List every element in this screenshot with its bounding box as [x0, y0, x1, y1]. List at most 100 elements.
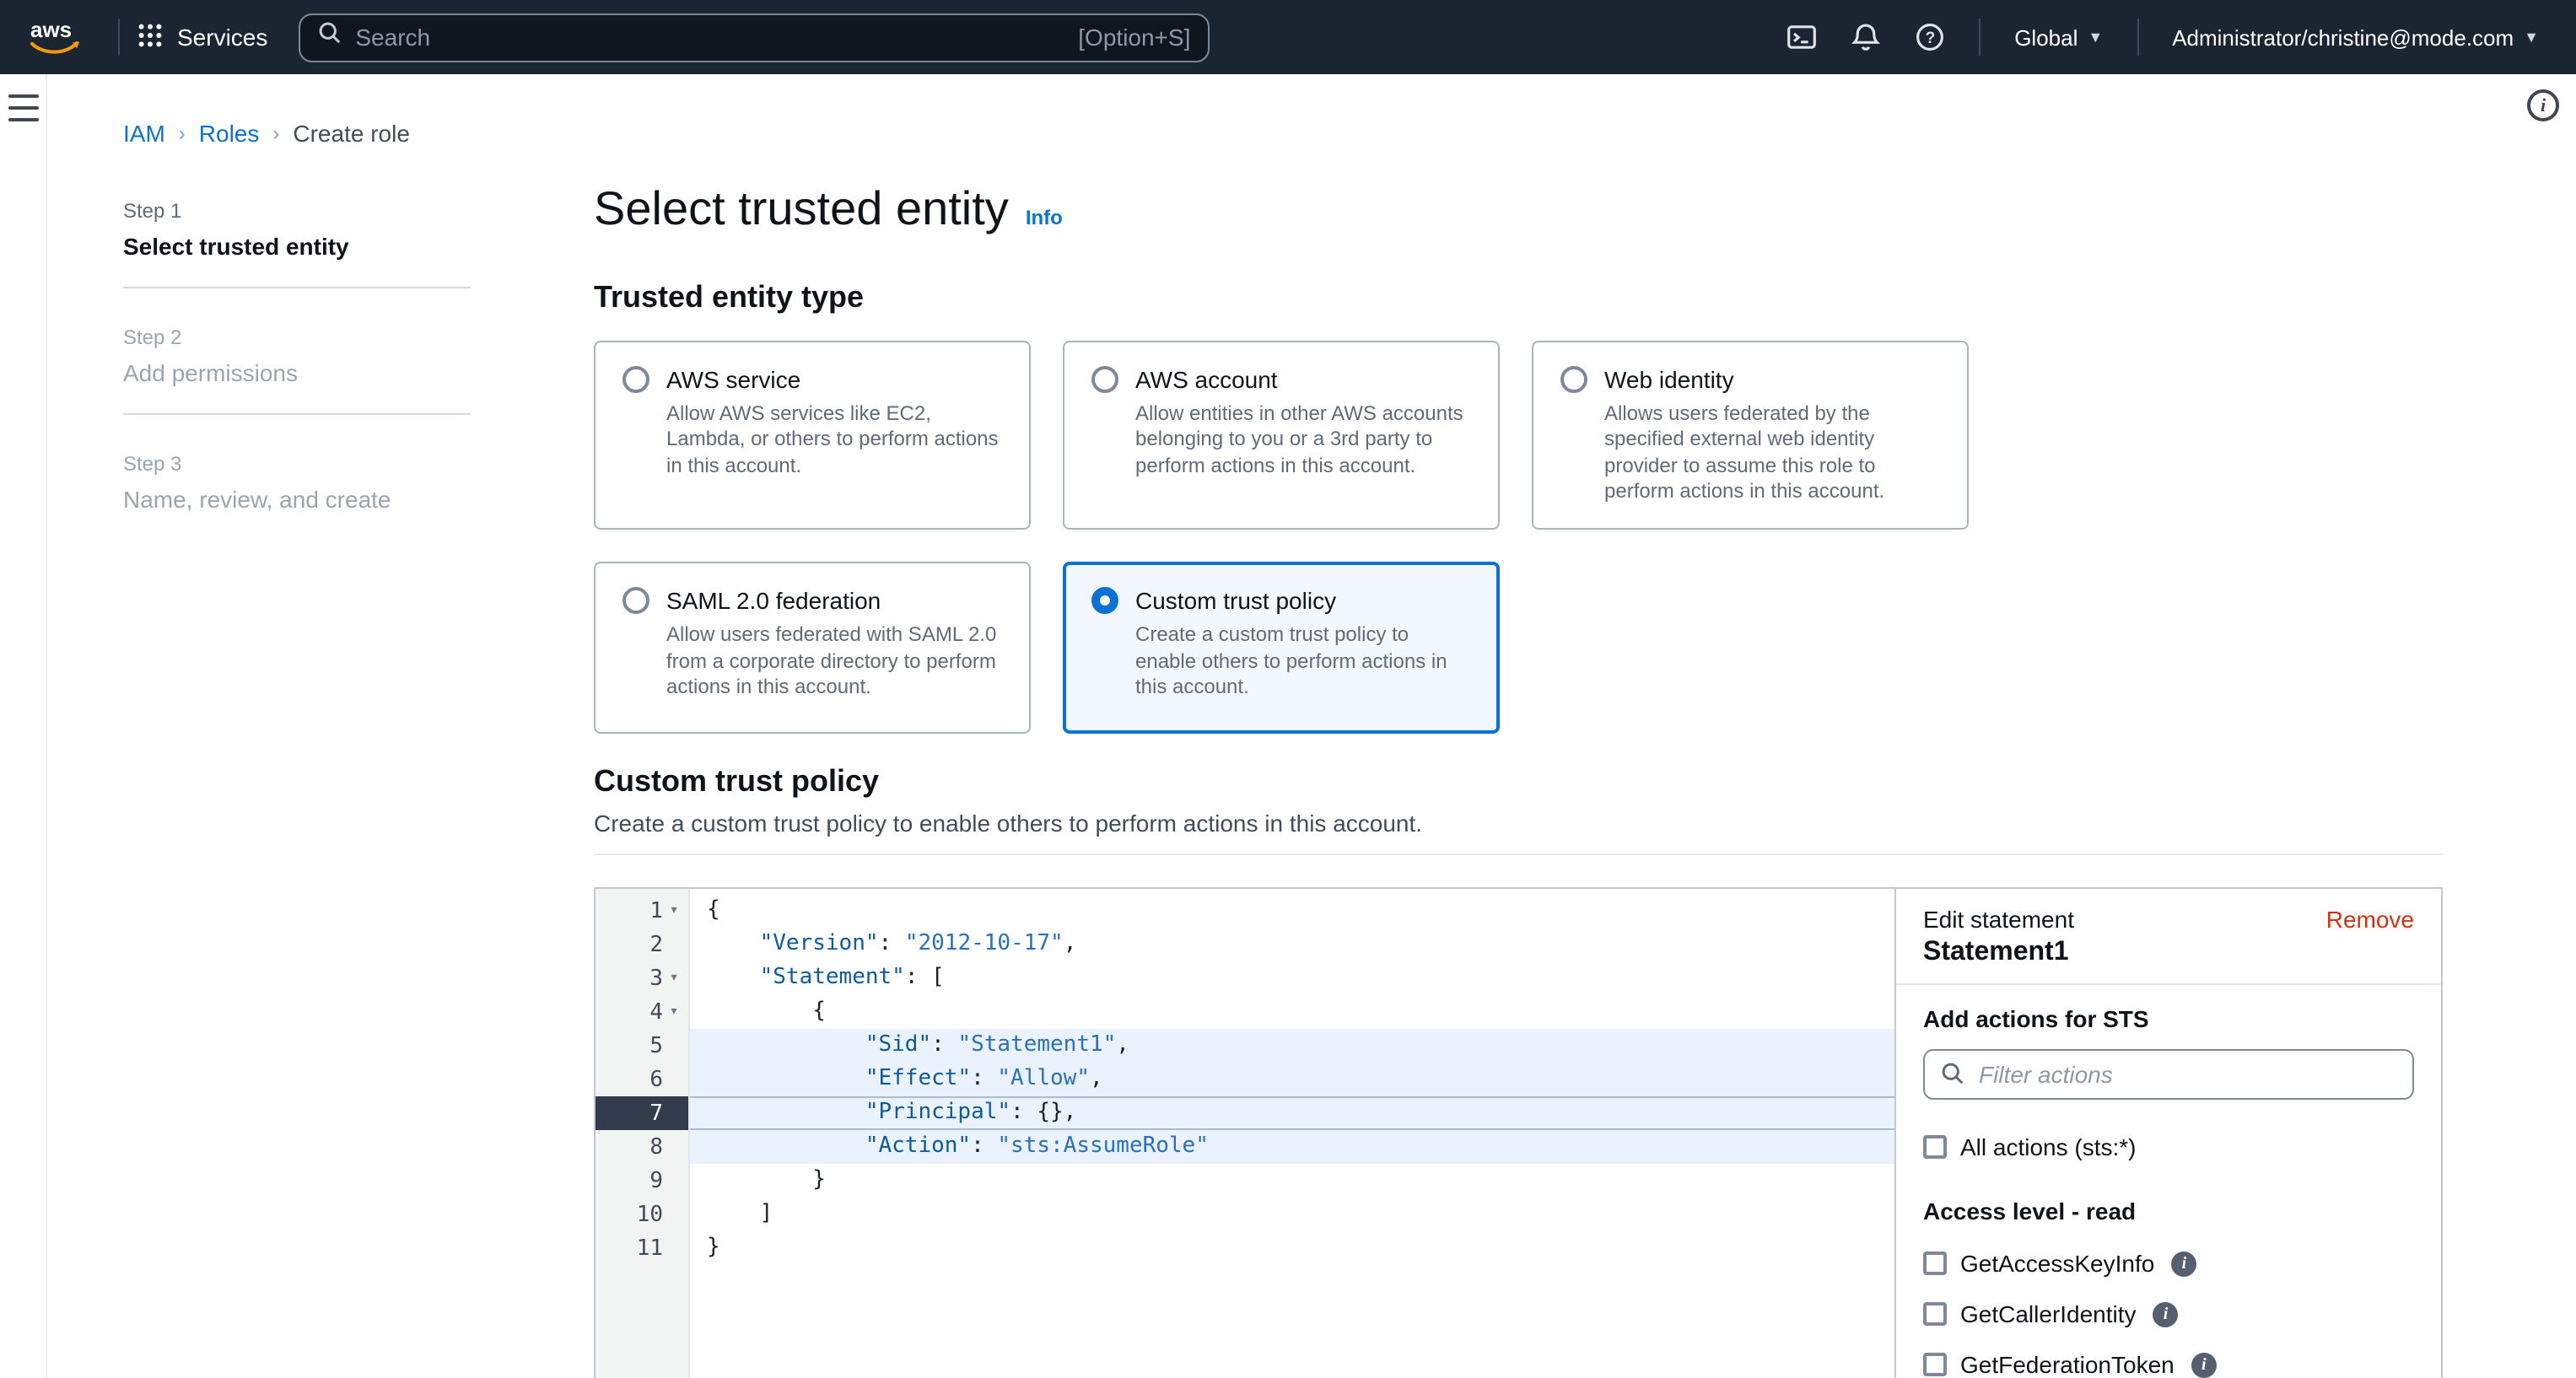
- line-number[interactable]: 3▾: [595, 961, 688, 995]
- card-description: Allow AWS services like EC2, Lambda, or …: [666, 401, 1002, 479]
- radio-aws-account[interactable]: [1091, 366, 1118, 393]
- line-number[interactable]: 10: [595, 1198, 688, 1231]
- card-title: Web identity: [1604, 366, 1734, 393]
- aws-logo[interactable]: aws: [24, 15, 84, 59]
- edit-statement-panel: Edit statement Remove Statement1 Add act…: [1894, 889, 2441, 1378]
- code-line[interactable]: "Action": "sts:AssumeRole": [690, 1130, 1894, 1164]
- trusted-entity-options: AWS service Allow AWS services like EC2,…: [594, 341, 2443, 735]
- services-menu-button[interactable]: Services: [137, 21, 267, 53]
- code-line[interactable]: "Version": "2012-10-17",: [690, 928, 1894, 961]
- breadcrumb-link-roles[interactable]: Roles: [199, 120, 260, 147]
- entity-card-aws-service[interactable]: AWS service Allow AWS services like EC2,…: [594, 341, 1031, 530]
- cloudshell-icon[interactable]: [1770, 0, 1834, 74]
- entity-card-custom-trust-policy[interactable]: Custom trust policy Create a custom trus…: [1063, 563, 1500, 735]
- breadcrumb-current: Create role: [293, 120, 410, 147]
- page-title: Select trusted entity: [594, 182, 1009, 236]
- line-number[interactable]: 8: [595, 1130, 688, 1164]
- trusted-entity-type-heading: Trusted entity type: [594, 280, 2443, 315]
- getcalleridentity-checkbox[interactable]: [1923, 1302, 1947, 1326]
- region-selector[interactable]: Global ▼: [1997, 24, 2120, 50]
- line-number[interactable]: 9: [595, 1164, 688, 1198]
- line-number[interactable]: 4▾: [595, 995, 688, 1029]
- search-input[interactable]: Search [Option+S]: [298, 13, 1209, 62]
- radio-custom-trust-policy[interactable]: [1091, 588, 1118, 615]
- fold-caret-icon[interactable]: ▾: [663, 1004, 685, 1020]
- code-line[interactable]: "Principal": {},: [690, 1096, 1894, 1130]
- getfederationtoken-checkbox[interactable]: [1923, 1353, 1947, 1376]
- topbar-divider: [1979, 19, 1981, 56]
- line-number[interactable]: 1▾: [595, 894, 688, 928]
- search-placeholder: Search: [355, 24, 430, 51]
- line-number[interactable]: 11: [595, 1231, 688, 1265]
- code-line[interactable]: "Sid": "Statement1",: [690, 1029, 1894, 1063]
- line-number[interactable]: 5: [595, 1029, 688, 1063]
- breadcrumb-link-iam[interactable]: IAM: [123, 120, 165, 147]
- step-3-name-review-create[interactable]: Step 3 Name, review, and create: [123, 452, 471, 540]
- topbar-divider: [118, 19, 120, 56]
- code-line[interactable]: "Effect": "Allow",: [690, 1063, 1894, 1096]
- editor-code[interactable]: { "Version": "2012-10-17", "Statement": …: [690, 889, 1894, 1378]
- step-number: Step 3: [123, 452, 471, 476]
- card-description: Allow entities in other AWS accounts bel…: [1135, 401, 1471, 479]
- info-link[interactable]: Info: [1026, 206, 1063, 229]
- info-panel-toggle-icon[interactable]: i: [2527, 89, 2559, 121]
- info-icon[interactable]: i: [2191, 1352, 2217, 1377]
- step-2-add-permissions[interactable]: Step 2 Add permissions: [123, 326, 471, 415]
- code-line[interactable]: "Statement": [: [690, 961, 1894, 995]
- step-label: Add permissions: [123, 359, 471, 386]
- action-label: GetAccessKeyInfo: [1960, 1250, 2154, 1277]
- breadcrumb-separator: ›: [272, 121, 279, 145]
- edit-statement-title: Edit statement: [1923, 906, 2074, 933]
- radio-aws-service[interactable]: [622, 366, 649, 393]
- getaccesskeyinfo-checkbox[interactable]: [1923, 1252, 1947, 1275]
- breadcrumb-separator: ›: [179, 121, 186, 145]
- svg-text:aws: aws: [30, 17, 72, 42]
- step-number: Step 2: [123, 326, 471, 349]
- notifications-bell-icon[interactable]: [1834, 0, 1898, 74]
- remove-statement-link[interactable]: Remove: [2326, 906, 2414, 933]
- step-1-select-trusted-entity[interactable]: Step 1 Select trusted entity: [123, 199, 471, 288]
- card-description: Create a custom trust policy to enable o…: [1135, 623, 1471, 701]
- fold-caret-icon[interactable]: ▾: [663, 970, 685, 987]
- step-number: Step 1: [123, 199, 471, 223]
- chevron-down-icon: ▼: [2524, 29, 2539, 46]
- radio-web-identity[interactable]: [1560, 366, 1587, 393]
- all-actions-checkbox[interactable]: [1923, 1135, 1947, 1159]
- code-line[interactable]: }: [690, 1231, 1894, 1265]
- info-icon[interactable]: i: [2171, 1251, 2196, 1276]
- account-menu[interactable]: Administrator/christine@mode.com ▼: [2155, 24, 2556, 50]
- policy-editor: 1▾23▾4▾567891011 { "Version": "2012-10-1…: [594, 887, 2443, 1378]
- code-line[interactable]: {: [690, 995, 1894, 1029]
- card-title: AWS account: [1135, 366, 1278, 393]
- side-rail: [0, 74, 47, 1378]
- add-actions-heading: Add actions for STS: [1923, 1005, 2414, 1032]
- topbar-right-group: ? Global ▼ Administrator/christine@mode.…: [1770, 0, 2576, 74]
- help-icon[interactable]: ?: [1898, 0, 1962, 74]
- all-actions-label: All actions (sts:*): [1960, 1133, 2137, 1160]
- wizard-steps: Step 1 Select trusted entity Step 2 Add …: [123, 199, 471, 577]
- card-description: Allow users federated with SAML 2.0 from…: [666, 623, 1002, 701]
- search-icon: [316, 20, 342, 54]
- chevron-down-icon: ▼: [2088, 29, 2103, 46]
- main-content: Select trusted entity Info Trusted entit…: [594, 182, 2443, 735]
- line-number[interactable]: 2: [595, 928, 688, 961]
- radio-saml-federation[interactable]: [622, 588, 649, 615]
- hamburger-menu-icon[interactable]: [8, 94, 39, 121]
- entity-card-web-identity[interactable]: Web identity Allows users federated by t…: [1532, 341, 1969, 530]
- code-line[interactable]: ]: [690, 1198, 1894, 1231]
- breadcrumb: IAM › Roles › Create role: [123, 120, 410, 147]
- code-line[interactable]: {: [690, 894, 1894, 928]
- line-number[interactable]: 7: [595, 1096, 688, 1130]
- region-label: Global: [2014, 24, 2078, 50]
- entity-card-saml-federation[interactable]: SAML 2.0 federation Allow users federate…: [594, 563, 1031, 735]
- search-icon: [1940, 1061, 1965, 1086]
- action-label: GetCallerIdentity: [1960, 1300, 2137, 1327]
- fold-caret-icon[interactable]: ▾: [663, 902, 685, 919]
- code-line[interactable]: }: [690, 1164, 1894, 1198]
- action-label: GetFederationToken: [1960, 1351, 2175, 1378]
- info-icon[interactable]: i: [2153, 1301, 2179, 1327]
- entity-card-aws-account[interactable]: AWS account Allow entities in other AWS …: [1063, 341, 1500, 530]
- line-number[interactable]: 6: [595, 1063, 688, 1096]
- filter-actions-input[interactable]: [1923, 1049, 2414, 1100]
- editor-gutter: 1▾23▾4▾567891011: [595, 889, 690, 1378]
